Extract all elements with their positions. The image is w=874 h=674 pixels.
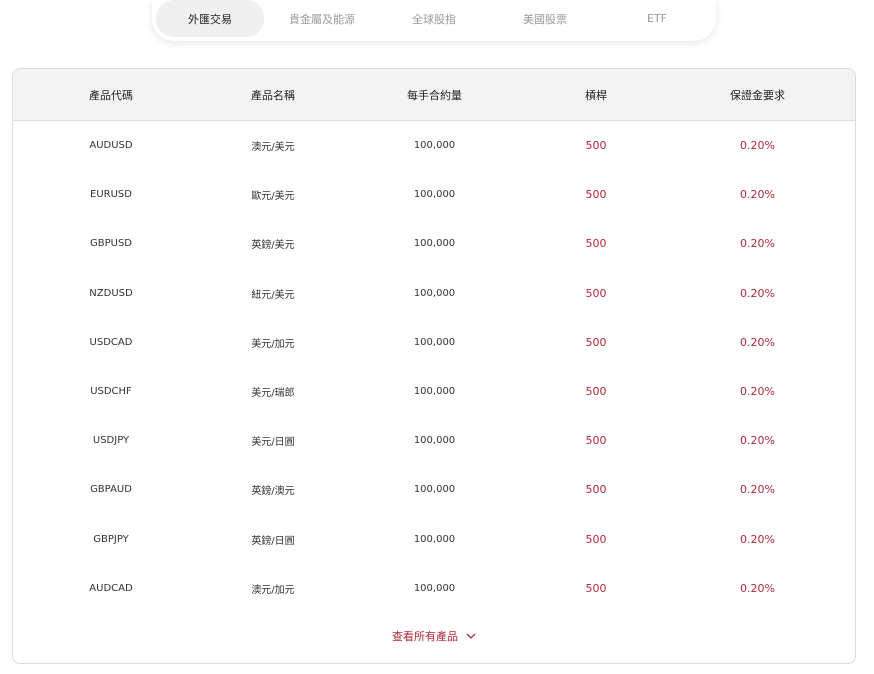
cell-product-code: GBPJPY — [93, 533, 129, 545]
cell-leverage: 500 — [585, 483, 607, 497]
cell-product-code: USDJPY — [92, 435, 130, 447]
cell-product-name: 英鎊/澳元 — [251, 486, 295, 498]
table-row: GBPAUD 英鎊/澳元 100,000 500 0.20% — [13, 465, 855, 514]
cell-contract-size: 100,000 — [413, 484, 456, 496]
cell-leverage: 500 — [585, 385, 607, 399]
cell-product-name: 紐元/美元 — [251, 289, 295, 301]
header-contract-size: 每手合約量 — [407, 88, 462, 102]
header-product-name: 產品名稱 — [251, 88, 295, 102]
table-row: USDCAD 美元/加元 100,000 500 0.20% — [13, 318, 855, 367]
products-table-card: 產品代碼 產品名稱 每手合約量 槓桿 保證金要求 AUDUSD 澳元/美元 10… — [12, 68, 856, 664]
cell-contract-size: 100,000 — [413, 238, 456, 250]
table-row: GBPUSD 英鎊/美元 100,000 500 0.20% — [13, 219, 855, 268]
cell-leverage: 500 — [585, 188, 607, 202]
table-row: USDJPY 美元/日圓 100,000 500 0.20% — [13, 416, 855, 465]
cell-product-code: NZDUSD — [89, 287, 133, 299]
cell-leverage: 500 — [585, 434, 607, 448]
cell-product-code: AUDCAD — [89, 582, 133, 594]
header-margin-requirement: 保證金要求 — [730, 88, 785, 102]
tab-etf[interactable]: ETF — [602, 0, 712, 37]
cell-product-code: USDCHF — [90, 386, 132, 398]
tab-forex[interactable]: 外匯交易 — [156, 0, 264, 37]
tab-precious-metals-energy[interactable]: 貴金屬及能源 — [264, 0, 380, 37]
cell-leverage: 500 — [585, 532, 607, 546]
cell-product-name: 美元/加元 — [251, 338, 295, 350]
cell-product-code: USDCAD — [89, 336, 133, 348]
cell-margin: 0.20% — [740, 139, 775, 153]
cell-leverage: 500 — [585, 139, 607, 153]
cell-contract-size: 100,000 — [413, 189, 456, 201]
cell-contract-size: 100,000 — [413, 533, 456, 545]
cell-margin: 0.20% — [740, 188, 775, 202]
cell-product-code: EURUSD — [90, 189, 132, 201]
chevron-down-icon — [466, 633, 476, 640]
cell-margin: 0.20% — [740, 532, 775, 546]
cell-product-code: GBPAUD — [90, 484, 132, 496]
cell-margin: 0.20% — [740, 385, 775, 399]
tab-us-stocks[interactable]: 美國股票 — [488, 0, 602, 37]
table-row: AUDUSD 澳元/美元 100,000 500 0.20% — [13, 121, 855, 170]
cell-contract-size: 100,000 — [413, 435, 456, 447]
header-leverage: 槓桿 — [585, 88, 607, 102]
cell-leverage: 500 — [585, 335, 607, 349]
cell-margin: 0.20% — [740, 483, 775, 497]
cell-product-name: 澳元/美元 — [251, 142, 295, 154]
cell-margin: 0.20% — [740, 237, 775, 251]
cell-margin: 0.20% — [740, 434, 775, 448]
cell-contract-size: 100,000 — [413, 336, 456, 348]
table-body: AUDUSD 澳元/美元 100,000 500 0.20% EURUSD 歐元… — [13, 121, 855, 613]
view-all-products-link[interactable]: 查看所有產品 — [13, 628, 855, 644]
cell-product-name: 英鎊/美元 — [251, 240, 295, 252]
table-row: GBPJPY 英鎊/日圓 100,000 500 0.20% — [13, 515, 855, 564]
table-row: NZDUSD 紐元/美元 100,000 500 0.20% — [13, 269, 855, 318]
cell-leverage: 500 — [585, 581, 607, 595]
cell-margin: 0.20% — [740, 581, 775, 595]
cell-margin: 0.20% — [740, 335, 775, 349]
cell-contract-size: 100,000 — [413, 287, 456, 299]
cell-product-name: 澳元/加元 — [251, 584, 295, 596]
cell-contract-size: 100,000 — [413, 582, 456, 594]
table-row: AUDCAD 澳元/加元 100,000 500 0.20% — [13, 564, 855, 613]
cell-leverage: 500 — [585, 286, 607, 300]
table-row: EURUSD 歐元/美元 100,000 500 0.20% — [13, 170, 855, 219]
cell-product-code: AUDUSD — [89, 140, 133, 152]
category-tabs: 外匯交易 貴金屬及能源 全球股指 美國股票 ETF — [152, 0, 716, 41]
cell-product-name: 英鎊/日圓 — [251, 535, 295, 547]
cell-product-name: 歐元/美元 — [251, 191, 295, 203]
tab-global-indices[interactable]: 全球股指 — [380, 0, 488, 37]
table-header: 產品代碼 產品名稱 每手合約量 槓桿 保證金要求 — [13, 69, 855, 121]
cell-margin: 0.20% — [740, 286, 775, 300]
cell-contract-size: 100,000 — [413, 386, 456, 398]
cell-product-name: 美元/日圓 — [251, 437, 295, 449]
table-row: USDCHF 美元/瑞郎 100,000 500 0.20% — [13, 367, 855, 416]
cell-leverage: 500 — [585, 237, 607, 251]
view-all-products-label: 查看所有產品 — [392, 630, 458, 643]
cell-product-name: 美元/瑞郎 — [251, 388, 295, 400]
cell-product-code: GBPUSD — [89, 238, 132, 250]
header-product-code: 產品代碼 — [89, 88, 133, 102]
cell-contract-size: 100,000 — [413, 140, 456, 152]
